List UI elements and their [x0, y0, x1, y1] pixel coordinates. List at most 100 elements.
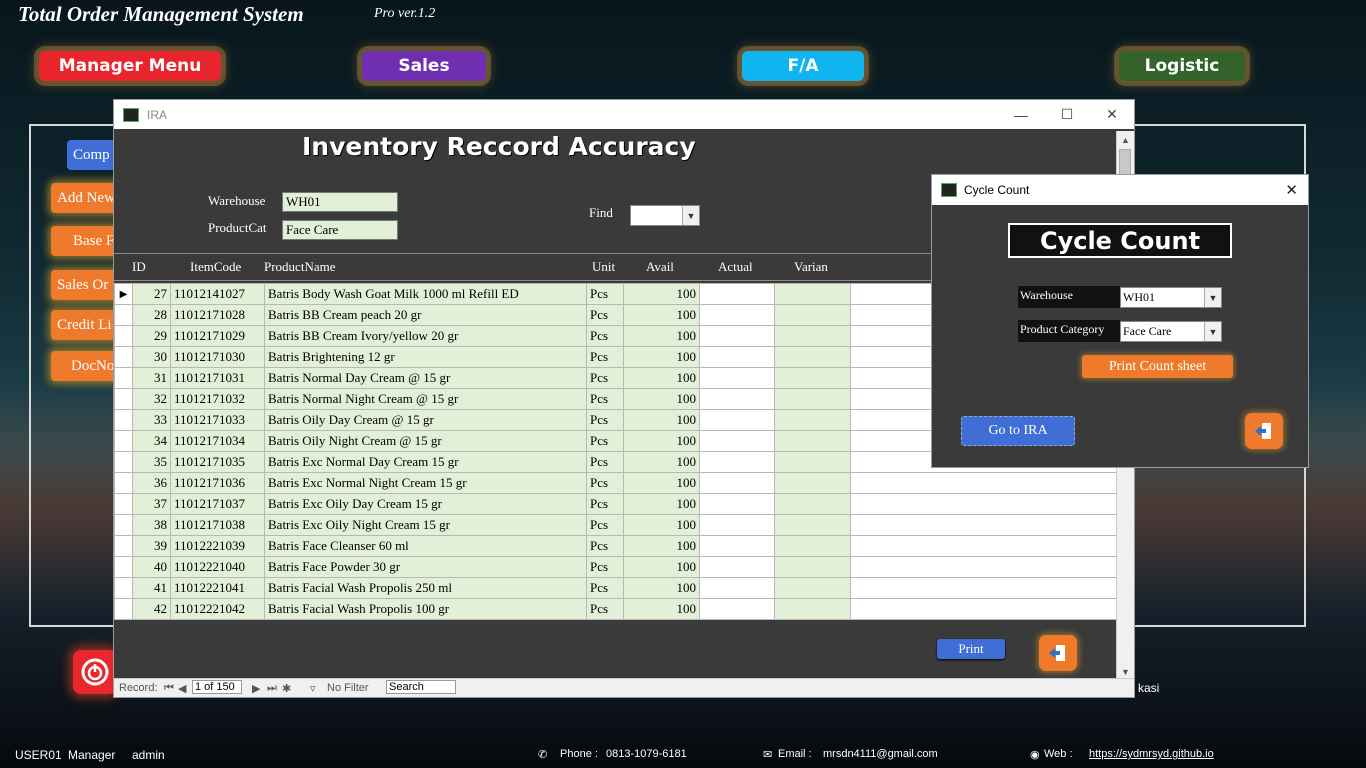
cell-actual[interactable]: [699, 451, 775, 473]
table-row[interactable]: 41 11012221041 Batris Facial Wash Propolis…: [114, 577, 1117, 599]
row-selector[interactable]: [114, 493, 133, 515]
row-selector[interactable]: [114, 346, 133, 368]
cell-actual[interactable]: [699, 577, 775, 599]
cell-blank: [850, 598, 1117, 620]
cc-warehouse-combo[interactable]: WH01 ▼: [1120, 287, 1222, 308]
print-count-sheet-button[interactable]: Print Count sheet: [1082, 355, 1233, 378]
chevron-down-icon[interactable]: ▼: [682, 206, 699, 225]
filter-icon[interactable]: ▿: [310, 682, 316, 695]
row-selector[interactable]: [114, 556, 133, 578]
close-button[interactable]: ✕: [1285, 181, 1298, 199]
cell-itemcode: 11012141027: [170, 283, 265, 305]
cc-category-combo[interactable]: Face Care ▼: [1120, 321, 1222, 342]
last-record-icon[interactable]: ⏭: [267, 682, 277, 695]
cell-actual[interactable]: [699, 535, 775, 557]
go-to-ira-button[interactable]: Go to IRA: [961, 416, 1075, 446]
cell-itemcode: 11012171037: [170, 493, 265, 515]
col-avail: Avail: [646, 259, 674, 274]
warehouse-field[interactable]: WH01: [282, 192, 398, 212]
web-link[interactable]: https://sydmrsyd.github.io: [1089, 748, 1214, 760]
table-row[interactable]: 40 11012221040 Batris Face Powder 30 gr Pcs…: [114, 556, 1117, 578]
docno-button[interactable]: DocNo: [51, 351, 121, 381]
cell-productname: Batris Normal Night Cream @ 15 gr: [264, 388, 587, 410]
fa-button[interactable]: F/A: [742, 51, 864, 81]
filter-status[interactable]: No Filter: [327, 682, 369, 694]
cell-avail: 100: [623, 493, 700, 515]
maximize-button[interactable]: ☐: [1044, 100, 1090, 129]
cell-unit: Pcs: [586, 451, 624, 473]
cell-itemcode: 11012221039: [170, 535, 265, 557]
table-row[interactable]: 39 11012221039 Batris Face Cleanser 60 ml P…: [114, 535, 1117, 557]
row-selector[interactable]: [114, 430, 133, 452]
ira-titlebar: IRA — ☐ ✕: [114, 100, 1134, 129]
cell-actual[interactable]: [699, 346, 775, 368]
next-record-icon[interactable]: ▶: [252, 682, 260, 695]
row-selector[interactable]: [114, 304, 133, 326]
credit-limit-button[interactable]: Credit Li: [51, 310, 121, 340]
manager-menu-button[interactable]: Manager Menu: [39, 51, 221, 81]
new-record-icon[interactable]: ✱: [282, 682, 291, 695]
cell-actual[interactable]: [699, 556, 775, 578]
table-row[interactable]: 37 11012171037 Batris Exc Oily Day Cream 1…: [114, 493, 1117, 515]
power-button[interactable]: [73, 650, 117, 694]
cell-actual[interactable]: [699, 325, 775, 347]
cell-actual[interactable]: [699, 472, 775, 494]
cell-actual[interactable]: [699, 493, 775, 515]
cell-productname: Batris Face Cleanser 60 ml: [264, 535, 587, 557]
cc-category-label: Product Category: [1018, 320, 1120, 342]
prev-record-icon[interactable]: ◀: [178, 682, 186, 695]
col-itemcode: ItemCode: [190, 259, 242, 274]
minimize-button[interactable]: —: [998, 100, 1044, 129]
row-selector[interactable]: [114, 514, 133, 536]
row-selector[interactable]: [114, 451, 133, 473]
cc-exit-button[interactable]: [1245, 413, 1283, 449]
chevron-down-icon[interactable]: ▼: [1204, 288, 1221, 307]
row-selector[interactable]: [114, 598, 133, 620]
cell-actual[interactable]: [699, 430, 775, 452]
cell-productname: Batris Brightening 12 gr: [264, 346, 587, 368]
row-selector[interactable]: [114, 325, 133, 347]
row-selector[interactable]: ▶: [114, 283, 133, 305]
current-record-icon: ▶: [119, 288, 128, 300]
first-record-icon[interactable]: ⏮: [164, 682, 174, 695]
exit-button[interactable]: [1039, 635, 1077, 671]
add-new-button[interactable]: Add New: [51, 183, 121, 213]
cell-unit: Pcs: [586, 535, 624, 557]
cell-productname: Batris Facial Wash Propolis 100 gr: [264, 598, 587, 620]
row-selector[interactable]: [114, 577, 133, 599]
cell-actual[interactable]: [699, 598, 775, 620]
table-row[interactable]: 38 11012171038 Batris Exc Oily Night Cream…: [114, 514, 1117, 536]
cell-actual[interactable]: [699, 367, 775, 389]
print-button[interactable]: Print: [937, 639, 1005, 659]
scroll-thumb[interactable]: [1119, 149, 1131, 175]
record-position-field[interactable]: 1 of 150: [192, 680, 242, 694]
productcat-field[interactable]: Face Care: [282, 220, 398, 240]
sales-button[interactable]: Sales: [362, 51, 486, 81]
base-button[interactable]: Base F: [51, 226, 121, 256]
row-selector[interactable]: [114, 388, 133, 410]
app-window-icon: [123, 107, 139, 122]
sales-order-button[interactable]: Sales Or: [51, 270, 121, 300]
scroll-up-icon[interactable]: ▲: [1117, 131, 1134, 148]
chevron-down-icon[interactable]: ▼: [1204, 322, 1221, 341]
record-navigation-bar: Record: ⏮ ◀ 1 of 150 ▶ ⏭ ✱ ▿ No Filter S…: [114, 678, 1134, 697]
table-row[interactable]: 36 11012171036 Batris Exc Normal Night Cre…: [114, 472, 1117, 494]
cell-actual[interactable]: [699, 409, 775, 431]
table-row[interactable]: 42 11012221042 Batris Facial Wash Propolis…: [114, 598, 1117, 620]
search-field[interactable]: Search: [386, 680, 456, 694]
col-productname: ProductName: [264, 259, 336, 274]
status-role: Manager: [68, 748, 116, 762]
cell-actual[interactable]: [699, 304, 775, 326]
find-combo[interactable]: ▼: [630, 205, 700, 226]
row-selector[interactable]: [114, 367, 133, 389]
cell-actual[interactable]: [699, 283, 775, 305]
close-button[interactable]: ✕: [1089, 100, 1135, 129]
row-selector[interactable]: [114, 535, 133, 557]
row-selector[interactable]: [114, 409, 133, 431]
row-selector[interactable]: [114, 472, 133, 494]
cell-actual[interactable]: [699, 388, 775, 410]
logistic-button[interactable]: Logistic: [1119, 51, 1245, 81]
cell-actual[interactable]: [699, 514, 775, 536]
cell-unit: Pcs: [586, 367, 624, 389]
cell-productname: Batris Oily Day Cream @ 15 gr: [264, 409, 587, 431]
